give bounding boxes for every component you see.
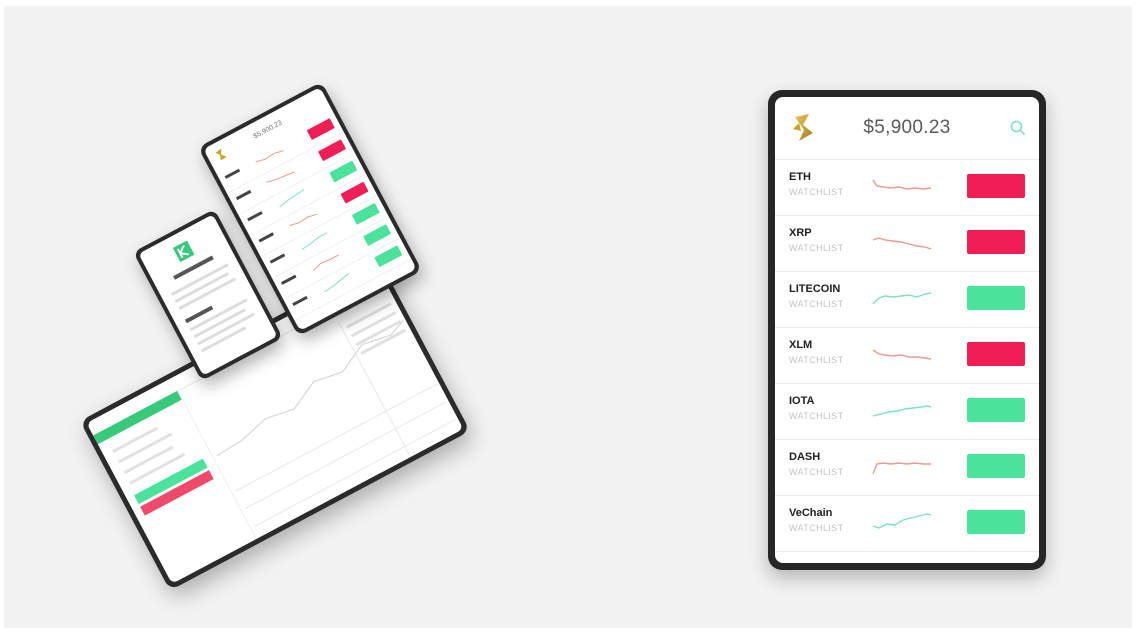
coin-row-iota[interactable]: IOTA WATCHLIST xyxy=(775,384,1039,440)
coin-name: XLM xyxy=(789,339,813,351)
coin-row-eth[interactable]: ETH WATCHLIST xyxy=(775,160,1039,216)
coin-row-xlm[interactable]: XLM WATCHLIST xyxy=(775,328,1039,384)
price-button[interactable] xyxy=(967,174,1025,198)
tablet-screen xyxy=(86,268,464,584)
coin-subtitle: WATCHLIST xyxy=(789,411,844,421)
coin-row-dash[interactable]: DASH WATCHLIST xyxy=(775,440,1039,496)
sparkline-chart xyxy=(872,349,932,360)
phone-frame: $5,900.23 ETH WATCHLIST XRP WATCHLIST LI… xyxy=(768,90,1046,570)
tablet-mockup xyxy=(79,261,471,591)
device-cluster: $5,900.23 xyxy=(0,0,520,633)
coin-subtitle: WATCHLIST xyxy=(789,299,844,309)
coin-name: ETH xyxy=(789,171,811,183)
coin-subtitle: WATCHLIST xyxy=(789,243,844,253)
coin-list: ETH WATCHLIST XRP WATCHLIST LITECOIN WAT… xyxy=(775,160,1039,552)
search-icon[interactable] xyxy=(1009,119,1027,137)
coin-subtitle: WATCHLIST xyxy=(789,187,844,197)
phone-screen: $5,900.23 ETH WATCHLIST XRP WATCHLIST LI… xyxy=(775,97,1039,563)
coin-name: VeChain xyxy=(789,507,833,519)
coin-subtitle: WATCHLIST xyxy=(789,355,844,365)
sparkline-chart xyxy=(872,179,932,190)
phone-header: $5,900.23 xyxy=(775,97,1039,160)
coin-row-litecoin[interactable]: LITECOIN WATCHLIST xyxy=(775,272,1039,328)
coin-row-vechain[interactable]: VeChain WATCHLIST xyxy=(775,496,1039,552)
coin-name: XRP xyxy=(789,227,812,239)
coin-subtitle: WATCHLIST xyxy=(789,467,844,477)
price-button[interactable] xyxy=(967,286,1025,310)
sparkline-chart xyxy=(872,405,932,417)
sparkline-chart xyxy=(872,237,932,250)
price-button[interactable] xyxy=(967,454,1025,478)
coin-row-xrp[interactable]: XRP WATCHLIST xyxy=(775,216,1039,272)
sparkline-chart xyxy=(872,292,932,305)
coin-name: IOTA xyxy=(789,395,815,407)
detail-phone-coin-icon xyxy=(172,240,195,263)
price-button[interactable] xyxy=(967,342,1025,366)
price-button[interactable] xyxy=(967,398,1025,422)
sparkline-chart xyxy=(872,513,932,529)
detail-phone-text-line xyxy=(170,263,229,296)
coin-subtitle: WATCHLIST xyxy=(789,523,844,533)
coin-name: DASH xyxy=(789,451,821,463)
coin-name: LITECOIN xyxy=(789,283,841,295)
portfolio-balance: $5,900.23 xyxy=(863,117,951,138)
price-button[interactable] xyxy=(967,230,1025,254)
price-button[interactable] xyxy=(967,510,1025,534)
sparkline-chart xyxy=(872,462,931,475)
